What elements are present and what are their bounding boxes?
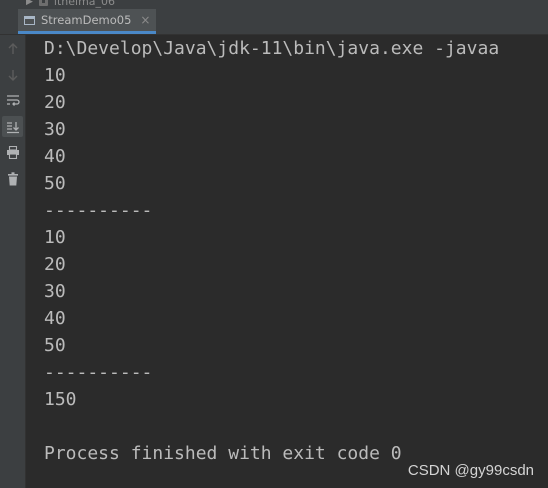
console-toolbar (0, 35, 26, 488)
soft-wrap-icon (6, 95, 20, 106)
module-icon (38, 0, 48, 6)
print-icon (6, 146, 19, 159)
breadcrumb[interactable]: ▶ itheima_06 (26, 0, 115, 9)
console-line: 20 (44, 92, 66, 113)
down-arrow-button[interactable] (2, 64, 23, 85)
up-arrow-button[interactable] (2, 38, 23, 59)
console-output[interactable]: D:\Develop\Java\jdk-11\bin\java.exe -jav… (44, 35, 548, 488)
console-line: 40 (44, 308, 66, 329)
console-line: 30 (44, 281, 66, 302)
console-separator: ---------- (44, 362, 153, 383)
run-config-icon (24, 16, 35, 25)
console-line: 10 (44, 227, 66, 248)
expand-triangle-icon[interactable]: ▶ (26, 0, 33, 7)
clear-all-button[interactable] (2, 168, 23, 189)
tab-label: StreamDemo05 (41, 13, 132, 27)
console-line: 40 (44, 146, 66, 167)
console-line: 20 (44, 254, 66, 275)
scroll-to-end-button[interactable] (2, 116, 23, 137)
up-arrow-icon (8, 42, 17, 54)
watermark: CSDN @gy99csdn (407, 462, 534, 479)
console-separator: ---------- (44, 200, 153, 221)
print-button[interactable] (2, 142, 23, 163)
close-tab-icon[interactable]: × (140, 13, 150, 27)
console-line: 10 (44, 65, 66, 86)
down-arrow-icon (8, 69, 17, 81)
console-line-exit-status: Process finished with exit code 0 (44, 443, 402, 464)
run-tab-bar: StreamDemo05 × (0, 9, 548, 35)
console-line-command: D:\Develop\Java\jdk-11\bin\java.exe -jav… (44, 38, 500, 59)
module-name: itheima_06 (53, 0, 116, 8)
tab-stream-demo[interactable]: StreamDemo05 × (18, 9, 156, 34)
trash-icon (7, 171, 18, 185)
console-line: 50 (44, 335, 66, 356)
breadcrumb-bar: ▶ itheima_06 (0, 0, 548, 9)
console-line: 50 (44, 173, 66, 194)
scroll-to-end-icon (6, 121, 19, 133)
console-line: 30 (44, 119, 66, 140)
console-line-result: 150 (44, 389, 77, 410)
soft-wrap-button[interactable] (2, 90, 23, 111)
